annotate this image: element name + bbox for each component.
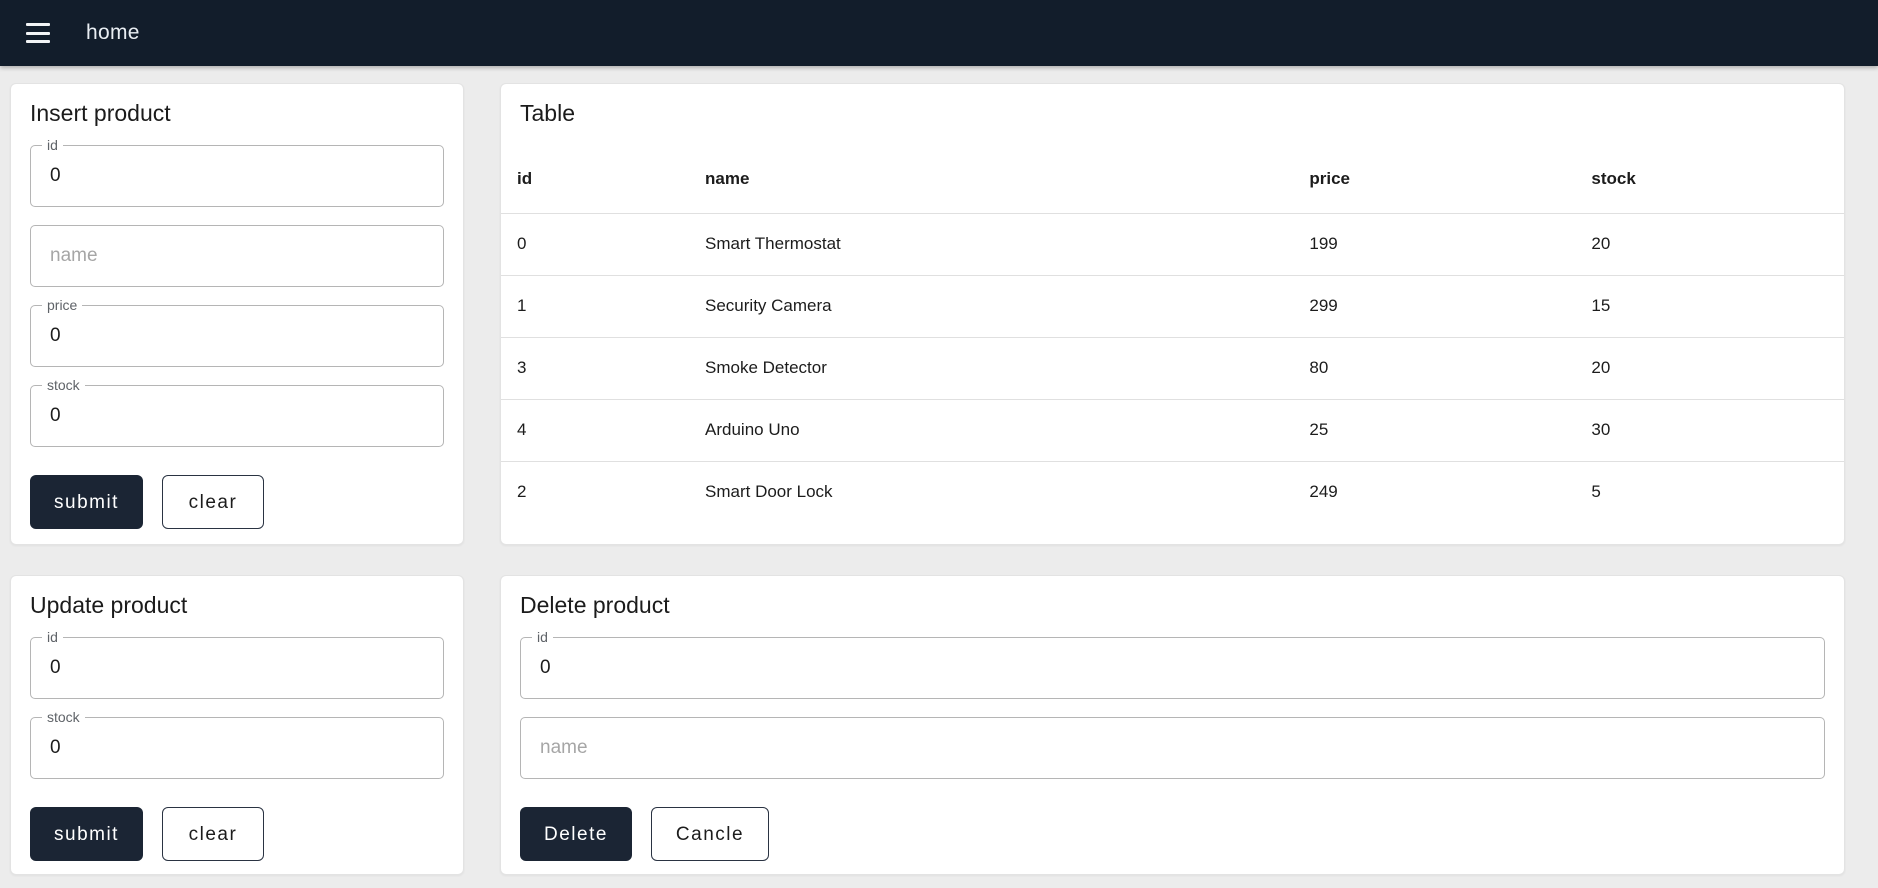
update-button-row: submit clear: [30, 807, 444, 861]
content-area: Insert product id price stock submit cle…: [0, 66, 1878, 875]
column-header-name: name: [689, 146, 1294, 214]
update-id-input[interactable]: [31, 638, 443, 698]
update-clear-button[interactable]: clear: [161, 807, 264, 861]
cell-id: 3: [501, 337, 690, 400]
delete-id-field: id: [520, 630, 1825, 699]
update-stock-field: stock: [30, 710, 444, 779]
table-row: 0 Smart Thermostat 199 20: [501, 213, 1844, 276]
insert-submit-button[interactable]: submit: [30, 475, 143, 529]
cell-stock: 15: [1575, 275, 1844, 338]
top-navbar: home: [0, 0, 1878, 66]
insert-stock-input[interactable]: [31, 386, 443, 446]
insert-stock-label: stock: [42, 378, 85, 393]
cell-price: 80: [1293, 337, 1576, 400]
column-header-id: id: [501, 146, 690, 214]
cell-stock: 5: [1591, 482, 1601, 502]
cell-price: 25: [1293, 399, 1576, 462]
delete-product-title: Delete product: [520, 592, 670, 618]
update-id-label: id: [42, 630, 63, 645]
column-header-price: price: [1293, 146, 1576, 214]
cell-id: 0: [501, 213, 690, 276]
insert-price-field: price: [30, 298, 444, 367]
insert-name-field: [30, 225, 444, 287]
cell-id: 1: [501, 275, 690, 338]
table-row: 2 Smart Door Lock 249 5: [501, 461, 1844, 523]
insert-product-title: Insert product: [30, 100, 171, 126]
insert-product-card: Insert product id price stock submit cle…: [10, 83, 464, 545]
insert-id-label: id: [42, 138, 63, 153]
cell-stock: 30: [1575, 399, 1844, 462]
products-table-card: Table id name price stock 0 Smart Thermo…: [500, 83, 1845, 545]
table-title: Table: [520, 100, 575, 126]
update-stock-label: stock: [42, 710, 85, 725]
cancel-button[interactable]: Cancle: [650, 807, 770, 861]
insert-stock-field: stock: [30, 378, 444, 447]
cell-stock: 20: [1575, 213, 1844, 276]
delete-button-row: Delete Cancle: [520, 807, 1825, 861]
insert-price-input[interactable]: [31, 306, 443, 366]
cell-price: 249: [1309, 482, 1338, 502]
cell-name: Smoke Detector: [689, 337, 1294, 400]
navbar-title: home: [86, 21, 140, 44]
insert-price-label: price: [42, 298, 83, 313]
cell-name: Smart Thermostat: [689, 213, 1294, 276]
cell-id: 4: [501, 399, 690, 462]
hamburger-menu-icon[interactable]: [26, 23, 50, 43]
update-product-card: Update product id stock submit clear: [10, 575, 464, 875]
delete-id-label: id: [532, 630, 553, 645]
update-product-title: Update product: [30, 592, 188, 618]
delete-id-input[interactable]: [521, 638, 1824, 698]
cell-name: Security Camera: [689, 275, 1294, 338]
update-submit-button[interactable]: submit: [30, 807, 143, 861]
delete-product-card: Delete product id Delete Cancle: [500, 575, 1845, 875]
insert-id-input[interactable]: [31, 146, 443, 206]
update-stock-input[interactable]: [31, 718, 443, 778]
products-table: id name price stock 0 Smart Thermostat 1…: [501, 146, 1844, 523]
insert-name-input[interactable]: [31, 226, 443, 286]
insert-id-field: id: [30, 138, 444, 207]
insert-clear-button[interactable]: clear: [161, 475, 264, 529]
table-row: 4 Arduino Uno 25 30: [501, 399, 1844, 462]
column-header-stock: stock: [1575, 146, 1844, 214]
cell-price: 199: [1293, 213, 1576, 276]
cell-name: Arduino Uno: [689, 399, 1294, 462]
delete-button[interactable]: Delete: [520, 807, 632, 861]
cell-price: 299: [1293, 275, 1576, 338]
table-row: 3 Smoke Detector 80 20: [501, 337, 1844, 400]
table-row: 1 Security Camera 299 15: [501, 275, 1844, 338]
cell-id: 2: [517, 482, 527, 502]
insert-button-row: submit clear: [30, 475, 444, 529]
cell-name: Smart Door Lock: [705, 482, 833, 502]
table-header-row: id name price stock: [501, 146, 1844, 214]
delete-name-input[interactable]: [521, 718, 1824, 778]
delete-name-field: [520, 717, 1825, 779]
update-id-field: id: [30, 630, 444, 699]
cell-stock: 20: [1575, 337, 1844, 400]
